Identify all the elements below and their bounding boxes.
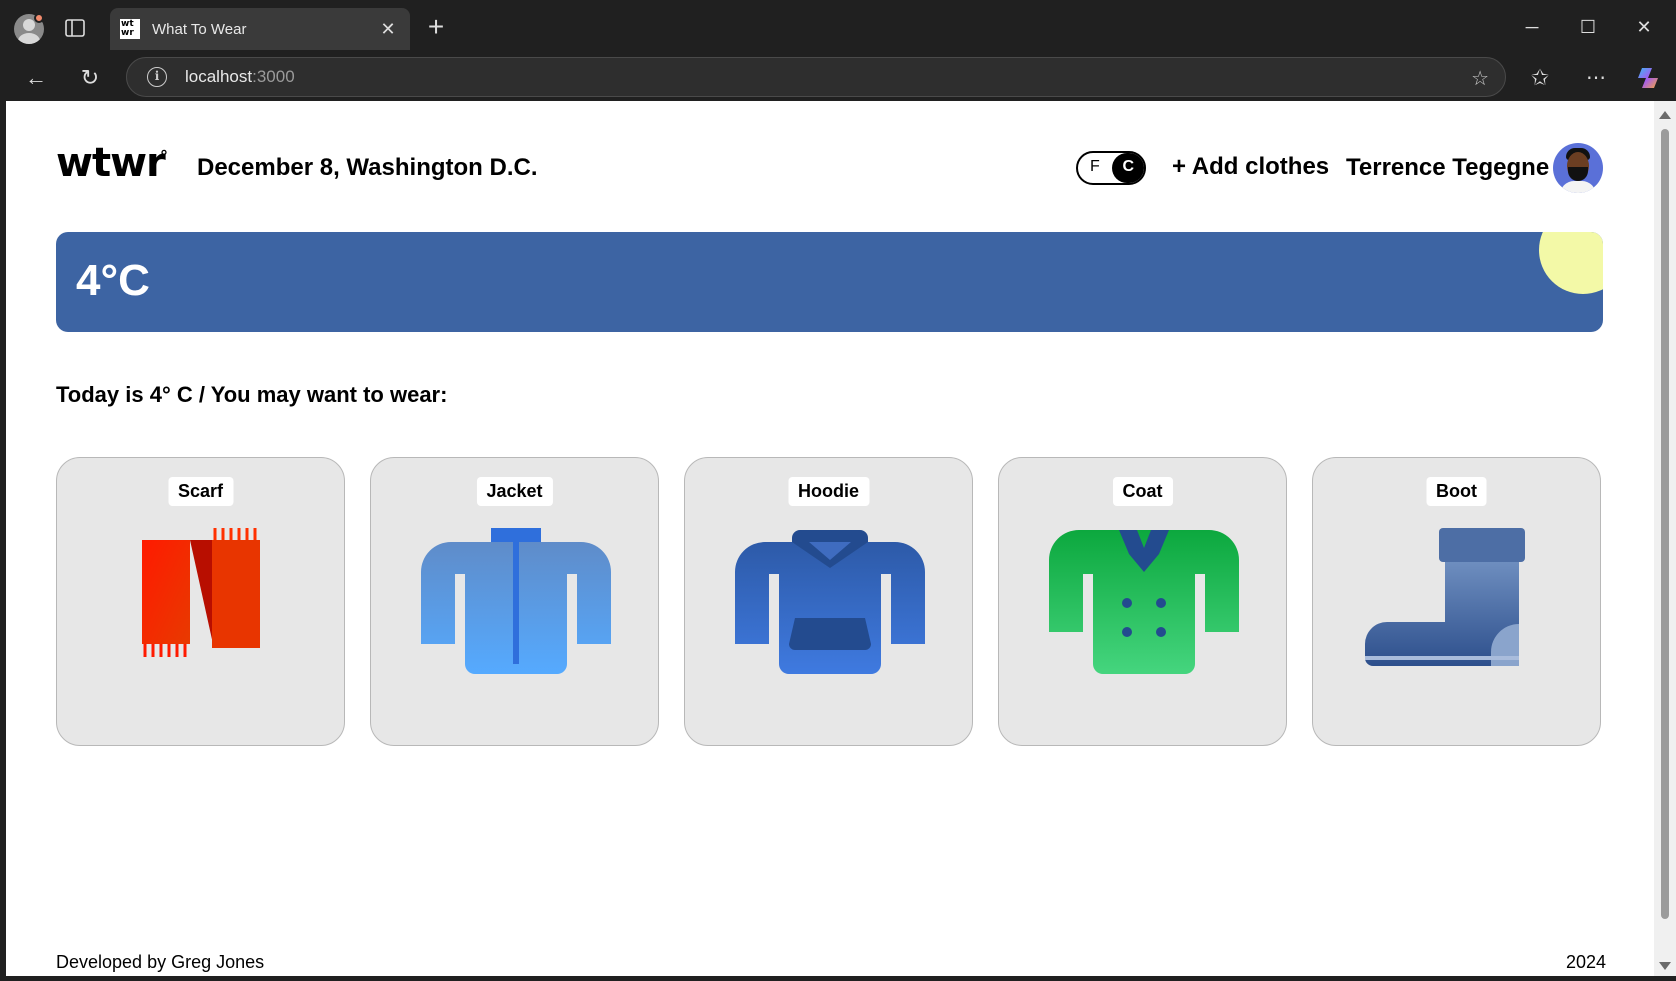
reload-icon[interactable]: ↻ bbox=[72, 60, 108, 96]
favicon-icon: wt wr bbox=[120, 19, 140, 39]
sun-icon bbox=[1539, 232, 1603, 294]
item-card-scarf[interactable]: Scarf bbox=[56, 457, 345, 746]
item-card-coat[interactable]: Coat bbox=[998, 457, 1287, 746]
scroll-down-icon[interactable] bbox=[1659, 962, 1671, 970]
url-text: localhost:3000 bbox=[185, 67, 295, 86]
weather-card: 4°C bbox=[56, 232, 1603, 332]
site-info-icon[interactable]: i bbox=[147, 67, 167, 87]
notification-dot-icon bbox=[34, 13, 44, 23]
minimize-icon[interactable]: ─ bbox=[1510, 10, 1554, 44]
item-card-jacket[interactable]: Jacket bbox=[370, 457, 659, 746]
logo[interactable]: wtwr ° bbox=[56, 143, 168, 183]
navigation-bar: ← ↻ i localhost:3000 ☆ ✩ ⋯ bbox=[0, 56, 1676, 100]
item-card-label: Boot bbox=[1426, 477, 1487, 506]
recommendation-text: Today is 4° C / You may want to wear: bbox=[56, 382, 448, 407]
clothing-cards: Scarf Jacket Hoodie Coat Boot bbox=[56, 457, 1606, 747]
item-card-label: Coat bbox=[1112, 477, 1173, 506]
boot-icon bbox=[1365, 528, 1525, 666]
maximize-icon[interactable]: ☐ bbox=[1566, 10, 1610, 44]
browser-chrome: wt wr What To Wear ✕ + ─ ☐ ✕ ← ↻ i local… bbox=[0, 0, 1676, 100]
item-card-boot[interactable]: Boot bbox=[1312, 457, 1601, 746]
temperature-unit-toggle[interactable]: F C bbox=[1076, 151, 1146, 185]
app-header: wtwr ° December 8, Washington D.C. F C + … bbox=[56, 143, 1606, 193]
close-window-icon[interactable]: ✕ bbox=[1622, 10, 1666, 44]
page-content: wtwr ° December 8, Washington D.C. F C + … bbox=[6, 101, 1654, 976]
tab-bar: wt wr What To Wear ✕ + ─ ☐ ✕ bbox=[0, 0, 1676, 56]
more-options-icon[interactable]: ⋯ bbox=[1578, 60, 1614, 96]
footer: Developed by Greg Jones 2024 bbox=[56, 952, 1606, 976]
toggle-celsius-label: C bbox=[1122, 158, 1134, 175]
item-card-label: Hoodie bbox=[788, 477, 869, 506]
scrollbar[interactable] bbox=[1654, 101, 1676, 976]
item-card-label: Jacket bbox=[476, 477, 553, 506]
tab-actions-icon[interactable] bbox=[62, 16, 88, 40]
favorite-star-icon[interactable]: ☆ bbox=[1471, 66, 1489, 91]
date-location: December 8, Washington D.C. bbox=[197, 154, 538, 181]
hoodie-icon bbox=[735, 530, 925, 674]
jacket-icon bbox=[421, 528, 611, 674]
scroll-up-icon[interactable] bbox=[1659, 111, 1671, 119]
browser-tab[interactable]: wt wr What To Wear ✕ bbox=[110, 8, 410, 50]
scarf-icon bbox=[142, 528, 260, 657]
add-clothes-button[interactable]: + Add clothes bbox=[1172, 153, 1329, 181]
favorites-icon[interactable]: ✩ bbox=[1522, 60, 1558, 96]
avatar[interactable] bbox=[1553, 143, 1603, 193]
weather-temperature: 4°C bbox=[76, 256, 150, 305]
new-tab-icon[interactable]: + bbox=[420, 12, 452, 44]
item-card-hoodie[interactable]: Hoodie bbox=[684, 457, 973, 746]
address-bar[interactable]: i localhost:3000 ☆ bbox=[126, 57, 1506, 97]
close-tab-icon[interactable]: ✕ bbox=[374, 15, 402, 43]
item-card-label: Scarf bbox=[167, 477, 234, 506]
tab-title: What To Wear bbox=[152, 20, 247, 38]
copilot-icon[interactable] bbox=[1632, 60, 1668, 96]
coat-icon bbox=[1049, 530, 1239, 674]
developer-credit: Developed by Greg Jones bbox=[56, 952, 265, 972]
scroll-thumb[interactable] bbox=[1661, 129, 1669, 919]
footer-year: 2024 bbox=[1565, 952, 1606, 972]
username: Terrence Tegegne bbox=[1346, 154, 1550, 181]
back-icon[interactable]: ← bbox=[18, 60, 54, 96]
toggle-fahrenheit-label: F bbox=[1090, 158, 1100, 175]
